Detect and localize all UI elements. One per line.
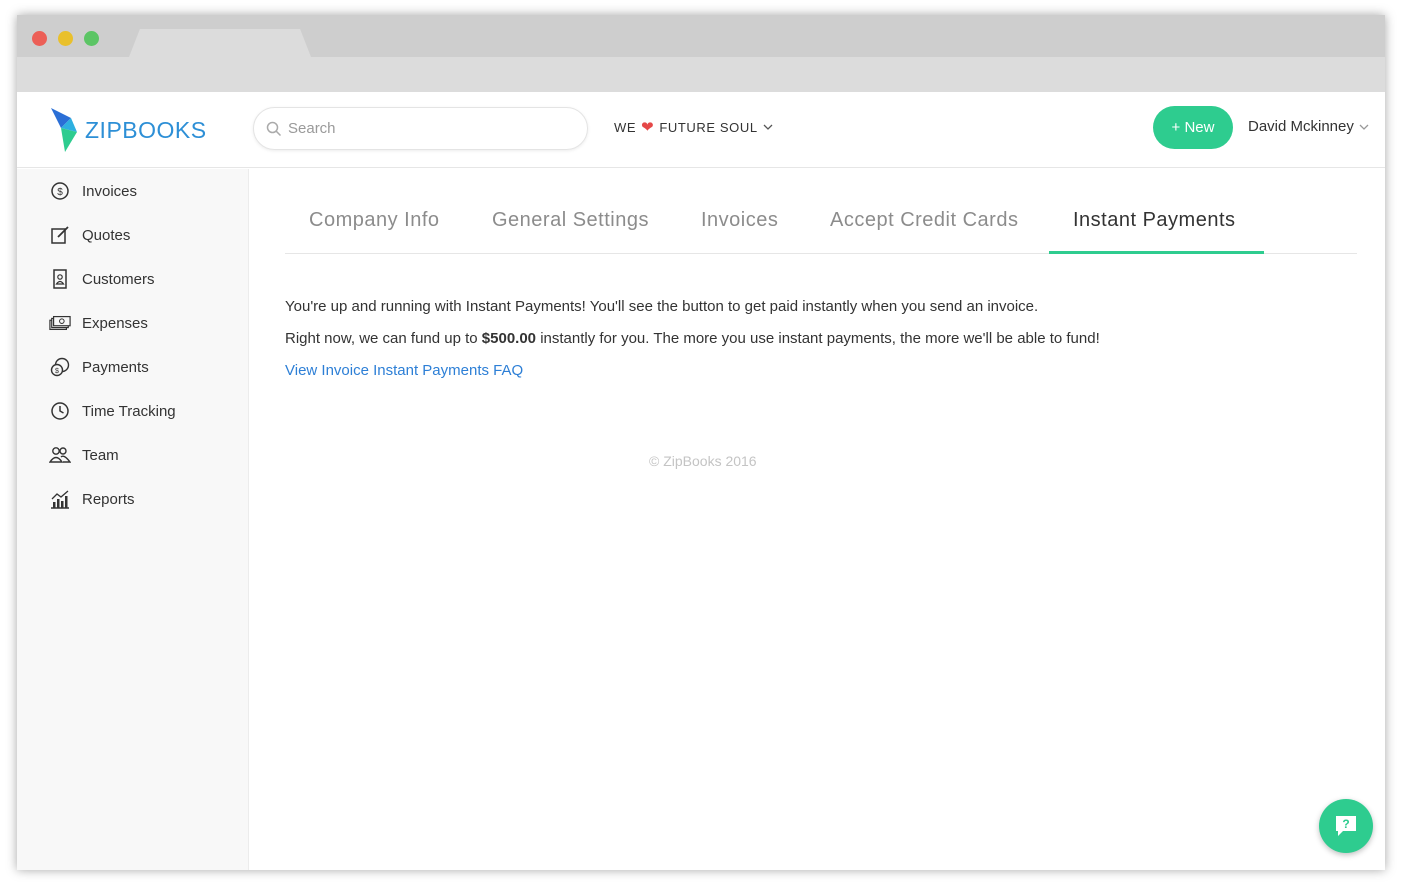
team-icon	[49, 444, 71, 466]
search-input[interactable]	[288, 120, 558, 137]
sidebar-item-label: Expenses	[82, 314, 148, 332]
company-name: FUTURE SOUL	[659, 119, 758, 135]
status-message: You're up and running with Instant Payme…	[285, 298, 1039, 315]
brand-name: ZIPBOOKS	[85, 116, 207, 143]
svg-text:$: $	[55, 368, 59, 375]
svg-text:$: $	[57, 187, 63, 198]
browser-chrome	[17, 15, 1385, 92]
search-box[interactable]	[253, 107, 588, 150]
tab-invoices[interactable]: Invoices	[701, 209, 778, 232]
brand-logo[interactable]: ZIPBOOKS	[49, 108, 207, 152]
tab-company-info[interactable]: Company Info	[309, 209, 440, 232]
tab-general-settings[interactable]: General Settings	[492, 209, 649, 232]
user-menu[interactable]: David Mckinney	[1248, 118, 1369, 135]
funding-message: Right now, we can fund up to $500.00 ins…	[285, 330, 1100, 347]
coins-icon: $	[49, 356, 71, 378]
funding-message-suffix: instantly for you. The more you use inst…	[536, 330, 1100, 347]
faq-link[interactable]: View Invoice Instant Payments FAQ	[285, 362, 523, 379]
sidebar-item-expenses[interactable]: Expenses	[49, 311, 148, 335]
sidebar-item-label: Time Tracking	[82, 402, 176, 420]
close-window-button[interactable]	[32, 31, 47, 46]
help-chat-button[interactable]: ?	[1319, 799, 1373, 853]
company-prefix: WE	[614, 119, 637, 135]
user-name: David Mckinney	[1248, 118, 1354, 135]
bar-chart-icon	[49, 488, 71, 510]
sidebar-item-customers[interactable]: Customers	[49, 267, 155, 291]
sidebar-item-team[interactable]: Team	[49, 443, 119, 467]
chevron-down-icon	[763, 124, 773, 130]
copyright: © ZipBooks 2016	[649, 453, 757, 469]
help-chat-icon: ?	[1336, 816, 1356, 836]
contact-book-icon	[49, 268, 71, 290]
sidebar-item-label: Payments	[82, 358, 149, 376]
sidebar-item-payments[interactable]: $ Payments	[49, 355, 149, 379]
funding-amount: $500.00	[481, 330, 537, 347]
sidebar-item-label: Team	[82, 446, 119, 464]
search-icon	[266, 121, 282, 136]
sidebar-item-invoices[interactable]: $ Invoices	[49, 179, 137, 203]
company-switcher[interactable]: WE ❤ FUTURE SOUL	[614, 118, 773, 136]
sidebar-item-label: Invoices	[82, 182, 138, 200]
browser-window: ZIPBOOKS WE ❤ FUTURE SOUL + New David Mc…	[17, 15, 1385, 870]
heart-icon: ❤	[641, 119, 655, 136]
dollar-circle-icon: $	[49, 180, 71, 202]
sidebar-item-reports[interactable]: Reports	[49, 487, 135, 511]
settings-tabs: Company Info General Settings Invoices A…	[285, 169, 1357, 254]
browser-tab[interactable]	[129, 29, 311, 57]
tab-accept-credit-cards[interactable]: Accept Credit Cards	[830, 209, 1018, 232]
sidebar-item-label: Customers	[82, 270, 155, 288]
active-tab-indicator	[1049, 251, 1264, 254]
main-content: Company Info General Settings Invoices A…	[249, 169, 1385, 870]
sidebar: $ Invoices Quotes Customers Expenses $ P…	[17, 169, 249, 870]
funding-message-prefix: Right now, we can fund up to	[285, 330, 482, 347]
zipbooks-logo-icon	[51, 108, 77, 152]
sidebar-item-label: Quotes	[82, 226, 131, 244]
tab-instant-payments[interactable]: Instant Payments	[1073, 209, 1236, 232]
svg-text:?: ?	[1342, 817, 1349, 831]
sidebar-item-label: Reports	[82, 490, 135, 508]
top-bar: ZIPBOOKS WE ❤ FUTURE SOUL + New David Mc…	[17, 92, 1385, 168]
minimize-window-button[interactable]	[58, 31, 73, 46]
clock-icon	[49, 400, 71, 422]
new-button[interactable]: + New	[1153, 106, 1233, 149]
maximize-window-button[interactable]	[84, 31, 99, 46]
sidebar-item-quotes[interactable]: Quotes	[49, 223, 130, 247]
cash-stack-icon	[49, 312, 71, 334]
edit-icon	[49, 224, 71, 246]
chevron-down-icon	[1359, 124, 1369, 130]
sidebar-item-time-tracking[interactable]: Time Tracking	[49, 399, 176, 423]
